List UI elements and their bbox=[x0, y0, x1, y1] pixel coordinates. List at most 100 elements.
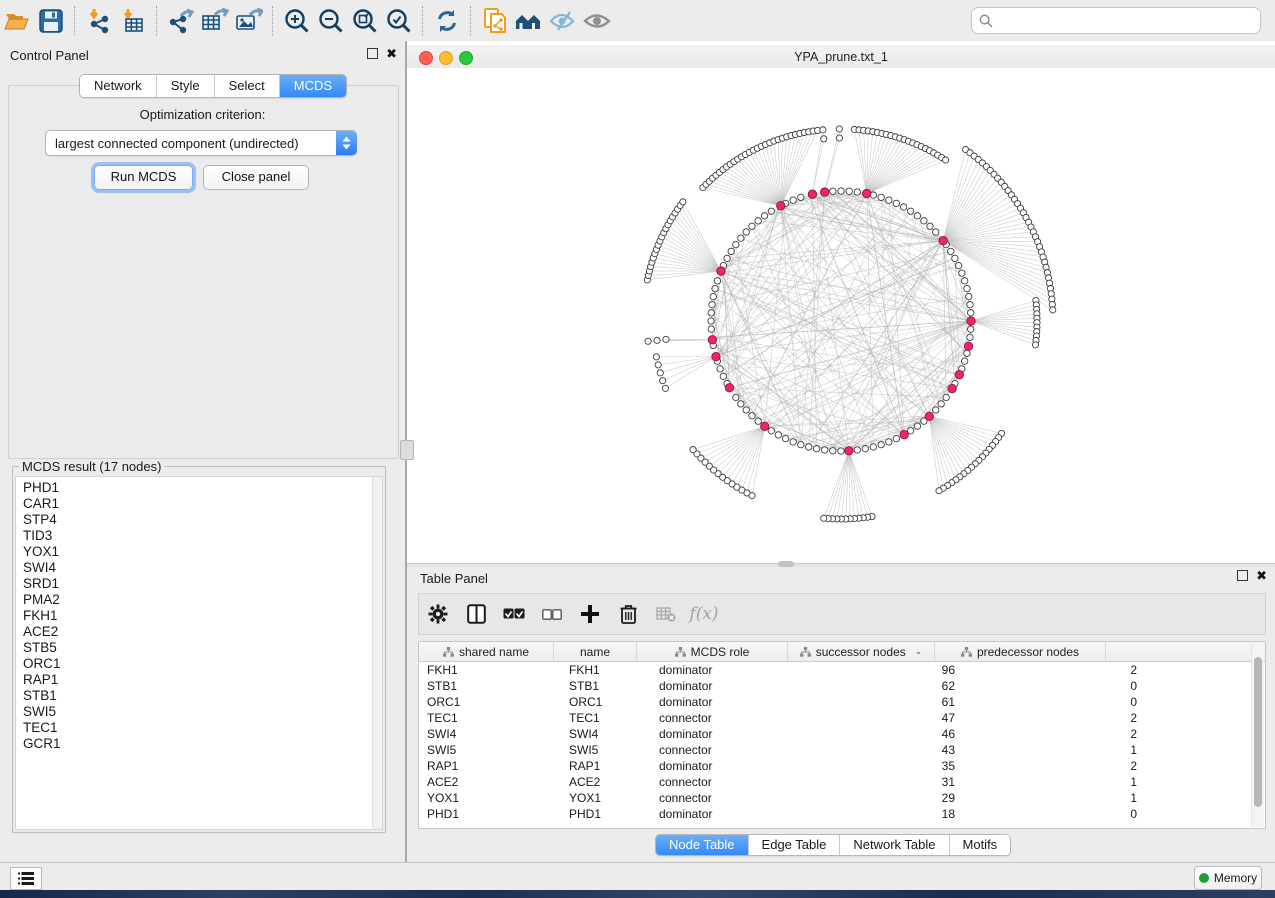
table-row[interactable]: FKH1FKH1dominator962 bbox=[419, 662, 1265, 678]
table-cell-name: PHD1 bbox=[561, 806, 651, 822]
table-row[interactable]: YOX1YOX1connector291 bbox=[419, 790, 1265, 806]
criterion-dropdown[interactable]: largest connected component (undirected) bbox=[45, 130, 357, 156]
mcds-result-listbox[interactable]: PHD1CAR1STP4TID3YOX1SWI4SRD1PMA2FKH1ACE2… bbox=[15, 476, 383, 830]
table-cell-predecessor: 1 bbox=[967, 790, 1149, 806]
tab-node-table[interactable]: Node Table bbox=[656, 835, 749, 855]
show-columns-icon[interactable] bbox=[457, 598, 495, 630]
tab-network[interactable]: Network bbox=[80, 75, 157, 97]
mcds-result-item[interactable]: ORC1 bbox=[23, 656, 382, 672]
table-cell-name: FKH1 bbox=[561, 662, 651, 678]
hide-selected-icon[interactable] bbox=[546, 6, 580, 36]
column-header-successor-nodes[interactable]: successor nodes ⌄ bbox=[788, 642, 935, 661]
mcds-result-item[interactable]: FKH1 bbox=[23, 608, 382, 624]
column-header-name[interactable]: name bbox=[554, 642, 637, 661]
tab-mcds[interactable]: MCDS bbox=[280, 75, 346, 97]
table-row[interactable]: PHD1PHD1dominator180 bbox=[419, 806, 1265, 822]
table-row[interactable]: STB1STB1dominator620 bbox=[419, 678, 1265, 694]
table-cell-name: RAP1 bbox=[561, 758, 651, 774]
mcds-result-item[interactable]: SWI4 bbox=[23, 560, 382, 576]
export-image-icon[interactable] bbox=[232, 6, 266, 36]
divider-grip[interactable] bbox=[778, 561, 794, 567]
table-cell-successor: 31 bbox=[809, 774, 967, 790]
table-scrollbar-thumb[interactable] bbox=[1254, 657, 1262, 807]
tab-motifs[interactable]: Motifs bbox=[950, 835, 1011, 855]
mcds-result-item[interactable]: TEC1 bbox=[23, 720, 382, 736]
export-network-icon[interactable] bbox=[164, 6, 198, 36]
column-header-mcds-role[interactable]: MCDS role bbox=[637, 642, 788, 661]
mcds-result-item[interactable]: ACE2 bbox=[23, 624, 382, 640]
network-window-titlebar[interactable]: YPA_prune.txt_1 bbox=[407, 45, 1275, 69]
mcds-result-item[interactable]: GCR1 bbox=[23, 736, 382, 752]
tab-network-table[interactable]: Network Table bbox=[840, 835, 949, 855]
table-cell-shared-name: RAP1 bbox=[419, 758, 561, 774]
table-cell-shared-name: TEC1 bbox=[419, 710, 561, 726]
export-table-icon[interactable] bbox=[198, 6, 232, 36]
duplicate-page-icon[interactable] bbox=[478, 6, 512, 36]
mcds-result-item[interactable]: YOX1 bbox=[23, 544, 382, 560]
open-file-icon[interactable] bbox=[0, 6, 34, 36]
table-row[interactable]: TEC1TEC1connector472 bbox=[419, 710, 1265, 726]
column-header-shared-name[interactable]: shared name bbox=[419, 642, 554, 661]
first-neighbors-icon[interactable] bbox=[512, 6, 546, 36]
mcds-result-item[interactable]: CAR1 bbox=[23, 496, 382, 512]
network-window-title: YPA_prune.txt_1 bbox=[407, 50, 1275, 64]
close-panel-icon[interactable]: ✖ bbox=[386, 49, 397, 59]
network-canvas[interactable] bbox=[407, 68, 1275, 563]
mcds-result-item[interactable]: SWI5 bbox=[23, 704, 382, 720]
table-row[interactable]: ACE2ACE2connector311 bbox=[419, 774, 1265, 790]
column-namespace-icon bbox=[675, 647, 686, 657]
mcds-result-item[interactable]: STB5 bbox=[23, 640, 382, 656]
table-cell-shared-name: SWI5 bbox=[419, 742, 561, 758]
task-history-button[interactable] bbox=[10, 867, 42, 890]
network-view-window: YPA_prune.txt_1 bbox=[407, 41, 1275, 563]
table-row[interactable]: ORC1ORC1dominator610 bbox=[419, 694, 1265, 710]
table-scrollbar[interactable] bbox=[1251, 643, 1264, 827]
select-all-checkboxes-icon[interactable] bbox=[495, 598, 533, 630]
search-box[interactable] bbox=[971, 7, 1261, 34]
table-cell-successor: 47 bbox=[809, 710, 967, 726]
close-panel-icon[interactable]: ✖ bbox=[1256, 571, 1267, 581]
delete-column-icon[interactable] bbox=[609, 598, 647, 630]
table-row[interactable]: SWI4SWI4dominator462 bbox=[419, 726, 1265, 742]
mcds-result-item[interactable]: RAP1 bbox=[23, 672, 382, 688]
memory-button[interactable]: Memory bbox=[1194, 866, 1262, 890]
import-network-icon[interactable] bbox=[82, 6, 116, 36]
table-cell-shared-name: SWI4 bbox=[419, 726, 561, 742]
zoom-out-icon[interactable] bbox=[314, 6, 348, 36]
table-row[interactable]: RAP1RAP1dominator352 bbox=[419, 758, 1265, 774]
table-cell-predecessor: 1 bbox=[967, 742, 1149, 758]
show-all-icon[interactable] bbox=[580, 6, 614, 36]
mcds-list-scrollbar[interactable] bbox=[372, 477, 382, 829]
float-panel-icon[interactable] bbox=[1237, 570, 1248, 581]
network-graph[interactable] bbox=[407, 68, 1275, 563]
zoom-in-icon[interactable] bbox=[280, 6, 314, 36]
close-panel-button[interactable]: Close panel bbox=[203, 165, 309, 190]
mcds-result-item[interactable]: SRD1 bbox=[23, 576, 382, 592]
tab-style[interactable]: Style bbox=[157, 75, 215, 97]
dropdown-stepper-icon bbox=[336, 131, 357, 155]
mcds-result-item[interactable]: PHD1 bbox=[23, 480, 382, 496]
column-header-predecessor-nodes[interactable]: predecessor nodes bbox=[935, 642, 1106, 661]
table-cell-filler bbox=[1149, 790, 1265, 806]
float-panel-icon[interactable] bbox=[367, 48, 378, 59]
save-session-icon[interactable] bbox=[34, 6, 68, 36]
mcds-result-item[interactable]: PMA2 bbox=[23, 592, 382, 608]
refresh-icon[interactable] bbox=[430, 6, 464, 36]
tab-select[interactable]: Select bbox=[215, 75, 280, 97]
table-row[interactable]: SWI5SWI5connector431 bbox=[419, 742, 1265, 758]
column-namespace-icon bbox=[800, 647, 811, 657]
zoom-selected-icon[interactable] bbox=[382, 6, 416, 36]
add-column-icon[interactable] bbox=[571, 598, 609, 630]
deselect-all-checkboxes-icon[interactable] bbox=[533, 598, 571, 630]
tab-edge-table[interactable]: Edge Table bbox=[749, 835, 841, 855]
table-settings-gear-icon[interactable] bbox=[419, 598, 457, 630]
mcds-result-item[interactable]: TID3 bbox=[23, 528, 382, 544]
mcds-result-item[interactable]: STB1 bbox=[23, 688, 382, 704]
import-table-icon[interactable] bbox=[116, 6, 150, 36]
mcds-result-item[interactable]: STP4 bbox=[23, 512, 382, 528]
run-mcds-button[interactable]: Run MCDS bbox=[94, 165, 193, 190]
search-input[interactable] bbox=[993, 11, 1260, 31]
table-cell-successor: 29 bbox=[809, 790, 967, 806]
divider-grip[interactable] bbox=[400, 440, 414, 460]
zoom-fit-icon[interactable] bbox=[348, 6, 382, 36]
